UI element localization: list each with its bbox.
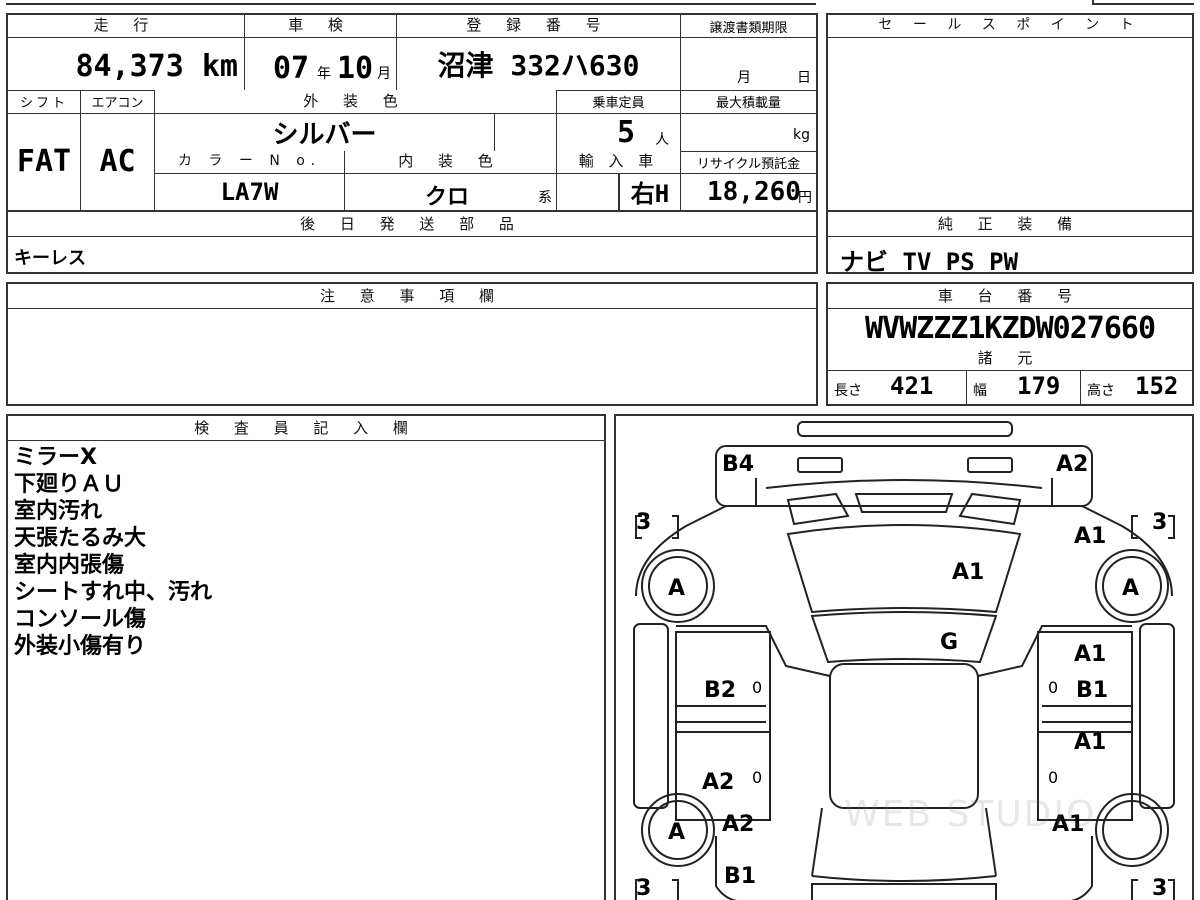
chassis-box: 車 台 番 号 WVWZZZ1KZDW027660 諸 元 長さ 421 幅 1…	[826, 282, 1194, 406]
height-value: 152	[1135, 372, 1179, 400]
inspector-lines: ミラーX 下廻りＡＵ 室内汚れ 天張たるみ大 室内内張傷 シートすれ中、汚れ コ…	[14, 444, 212, 660]
interior-color-header: 内 装 色	[344, 151, 556, 173]
capacity-unit: 人	[655, 132, 669, 148]
shaken-month: 10	[337, 51, 374, 86]
recycle-fee-header: リサイクル預託金	[680, 151, 816, 173]
color-no-header: カ ラ ー N o.	[154, 151, 344, 173]
interior-color-value: クロ	[425, 185, 470, 210]
damage-b4: B4	[722, 452, 755, 477]
length-value: 421	[890, 372, 934, 400]
width-value: 179	[1017, 372, 1061, 400]
equipment-box: 純 正 装 備 ナビ TV PS PW	[826, 210, 1194, 276]
wheel-lr: A	[668, 820, 686, 845]
max-load-unit: kg	[793, 127, 810, 143]
inspector-line: 室内内張傷	[14, 553, 125, 578]
recycle-fee-value: 18,260	[707, 177, 801, 207]
inspector-line: コンソール傷	[14, 607, 147, 632]
aircon-value: AC	[80, 113, 154, 210]
transfer-month: 月	[737, 70, 751, 86]
wheel-rf: A	[1122, 576, 1140, 601]
inspector-line: シートすれ中、汚れ	[14, 580, 213, 605]
tire-tread-tl: 3	[636, 510, 652, 535]
mark-zero: 0	[752, 678, 763, 697]
import-value: 右H	[618, 173, 680, 210]
mark-zero: 0	[1048, 678, 1059, 697]
later-parts-header: 後 日 発 送 部 品	[8, 212, 816, 236]
recycle-fee-unit: 円	[798, 190, 812, 206]
damage-a1-hood: A1	[952, 560, 985, 585]
inspector-line: ミラーX	[14, 445, 97, 470]
mileage-header: 走 行	[8, 15, 244, 37]
registration-header: 登 録 番 号	[396, 15, 680, 37]
transfer-deadline-header: 譲渡書類期限	[680, 15, 816, 37]
sales-point-header: セ ー ル ス ポ イ ン ト	[828, 15, 1192, 37]
vehicle-info-table: 走 行 車 検 登 録 番 号 譲渡書類期限 84,373 km 07 年 10…	[6, 13, 818, 212]
shaken-year-unit: 年	[317, 66, 331, 82]
notes-box: 注 意 事 項 欄	[6, 282, 818, 406]
watermark: WEB STUDIO	[844, 794, 1097, 835]
chassis-header: 車 台 番 号	[828, 284, 1192, 308]
height-label: 高さ	[1087, 383, 1115, 399]
registration-value: 沼津 332ハ630	[396, 37, 680, 90]
interior-color-unit: 系	[538, 190, 552, 206]
specs-header: 諸 元	[828, 348, 1192, 370]
shaken-year: 07	[273, 51, 310, 86]
max-load-header: 最大積載量	[680, 90, 816, 113]
inspector-header: 検 査 員 記 入 欄	[8, 416, 604, 440]
shift-header: シフト	[19, 96, 68, 111]
exterior-color-value: シルバー	[154, 113, 494, 151]
color-no-value: LA7W	[154, 173, 344, 210]
notes-header: 注 意 事 項 欄	[8, 284, 816, 308]
length-label: 長さ	[834, 383, 862, 399]
damage-g-glass: G	[940, 630, 959, 655]
equipment-header: 純 正 装 備	[828, 212, 1192, 236]
equipment-value: ナビ TV PS PW	[840, 248, 1019, 276]
tire-tread-bl: 3	[636, 876, 652, 900]
damage-a2-top: A2	[1056, 452, 1089, 477]
car-diagram: B4 A2 3 3 A1 A A A1 G A1 B2 B1 0 0 A1 A2…	[614, 414, 1194, 900]
inspector-box: 検 査 員 記 入 欄 ミラーX 下廻りＡＵ 室内汚れ 天張たるみ大 室内内張傷…	[6, 414, 606, 900]
sales-point-box: セ ー ル ス ポ イ ン ト	[826, 13, 1194, 212]
damage-b1-rdoor: B1	[1076, 678, 1109, 703]
mark-zero: 0	[1048, 768, 1059, 787]
damage-a1-rdoor-front: A1	[1074, 642, 1107, 667]
shaken-month-unit: 月	[377, 66, 391, 82]
damage-a1-rdoor-rear: A1	[1074, 730, 1107, 755]
damage-a2-rear-fender: A2	[722, 812, 755, 837]
shift-value: FAT	[16, 144, 72, 179]
tire-tread-br: 3	[1152, 876, 1168, 900]
chassis-number: WVWZZZ1KZDW027660	[864, 310, 1156, 346]
exterior-color-header: 外 装 色	[154, 90, 556, 113]
capacity-header: 乗車定員	[556, 90, 680, 113]
damage-a1-right-top: A1	[1074, 524, 1107, 549]
damage-a2-ldoor-rear: A2	[702, 770, 735, 795]
mark-zero: 0	[752, 768, 763, 787]
width-label: 幅	[973, 383, 987, 399]
capacity-value: 5	[617, 115, 636, 150]
damage-b1-bottom: B1	[724, 864, 757, 889]
shaken-header: 車 検	[244, 15, 396, 37]
inspector-line: 室内汚れ	[14, 499, 103, 524]
damage-b2-ldoor: B2	[704, 678, 737, 703]
inspector-line: 下廻りＡＵ	[14, 472, 125, 497]
wheel-lf: A	[668, 576, 686, 601]
inspector-line: 天張たるみ大	[14, 526, 147, 551]
later-parts-value: キーレス	[14, 248, 86, 269]
later-parts-box: 後 日 発 送 部 品 キーレス	[6, 210, 818, 274]
tire-tread-tr: 3	[1152, 510, 1168, 535]
mileage-value: 84,373 km	[75, 49, 238, 84]
transfer-day: 日	[797, 70, 811, 86]
import-header: 輸 入 車	[556, 151, 680, 173]
inspector-line: 外装小傷有り	[14, 634, 147, 659]
aircon-header: エアコン	[80, 90, 154, 113]
